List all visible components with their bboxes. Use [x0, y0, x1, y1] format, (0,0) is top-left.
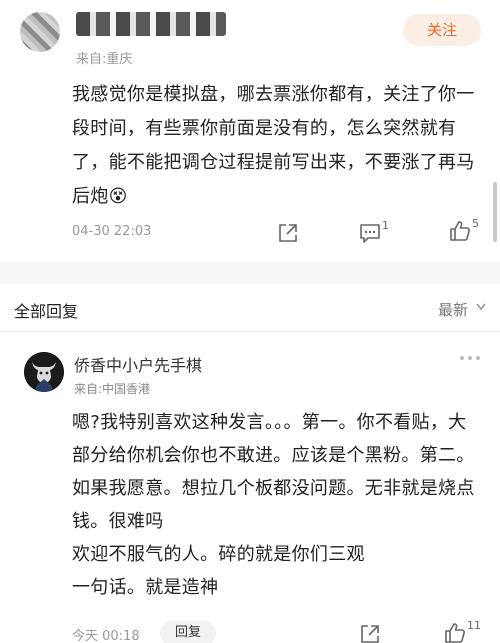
- replies-title: 全部回复: [14, 302, 79, 321]
- post-timestamp: 04-30 22:03: [72, 224, 152, 239]
- share-button[interactable]: [359, 623, 381, 643]
- like-button[interactable]: 5: [449, 217, 479, 242]
- more-dots-icon[interactable]: [460, 356, 480, 360]
- comment-icon: [360, 224, 380, 243]
- like-count: 5: [472, 217, 479, 230]
- reply-button[interactable]: 回复: [160, 621, 216, 643]
- reply-username[interactable]: 侨香中小户先手棋: [74, 352, 202, 376]
- reply-timestamp: 今天 00:18: [72, 629, 140, 643]
- follow-button[interactable]: 关注: [403, 14, 481, 46]
- avatar[interactable]: [24, 352, 64, 392]
- like-count: 11: [467, 619, 481, 632]
- post-card: 来自:重庆 关注 我感觉你是模拟盘，哪去票涨你都有，关注了你一段时间，有些票你前…: [0, 0, 500, 262]
- reply-text-line: 一句话。就是造神: [72, 577, 219, 598]
- thumbs-up-icon: [445, 623, 465, 643]
- reply-text-line: 欢迎不服气的人。碎的就是你们三观: [72, 544, 365, 565]
- like-button[interactable]: 11: [444, 619, 481, 643]
- share-icon: [361, 625, 379, 643]
- reply-text-line: 嗯?我特别喜欢这种发言。。。第一。你不看贴，大部分给你机会你也不敢进。应该是个黑…: [72, 412, 475, 532]
- chevron-down-icon[interactable]: [476, 303, 486, 311]
- reply-origin: 来自:中国香港: [74, 382, 151, 396]
- replies-header: 全部回复 最新: [0, 284, 500, 332]
- scrollbar[interactable]: [493, 182, 497, 242]
- reply-item: 侨香中小户先手棋 来自:中国香港 嗯?我特别喜欢这种发言。。。第一。你不看贴，大…: [0, 332, 500, 643]
- section-divider: [0, 262, 500, 284]
- sort-dropdown[interactable]: 最新: [438, 299, 468, 320]
- share-icon: [279, 224, 297, 242]
- bull-avatar-icon: [24, 352, 64, 392]
- comment-count: 1: [382, 219, 389, 232]
- reply-text: 嗯?我特别喜欢这种发言。。。第一。你不看贴，大部分给你机会你也不敢进。应该是个黑…: [72, 406, 484, 604]
- post-origin: 来自:重庆: [76, 52, 133, 67]
- username-redacted[interactable]: [76, 12, 226, 36]
- comment-button[interactable]: 1: [359, 219, 389, 244]
- share-button[interactable]: [277, 222, 299, 244]
- thumbs-up-icon: [450, 221, 470, 241]
- post-text: 我感觉你是模拟盘，哪去票涨你都有，关注了你一段时间，有些票你前面是没有的，怎么突…: [72, 84, 475, 207]
- avatar[interactable]: [20, 12, 60, 52]
